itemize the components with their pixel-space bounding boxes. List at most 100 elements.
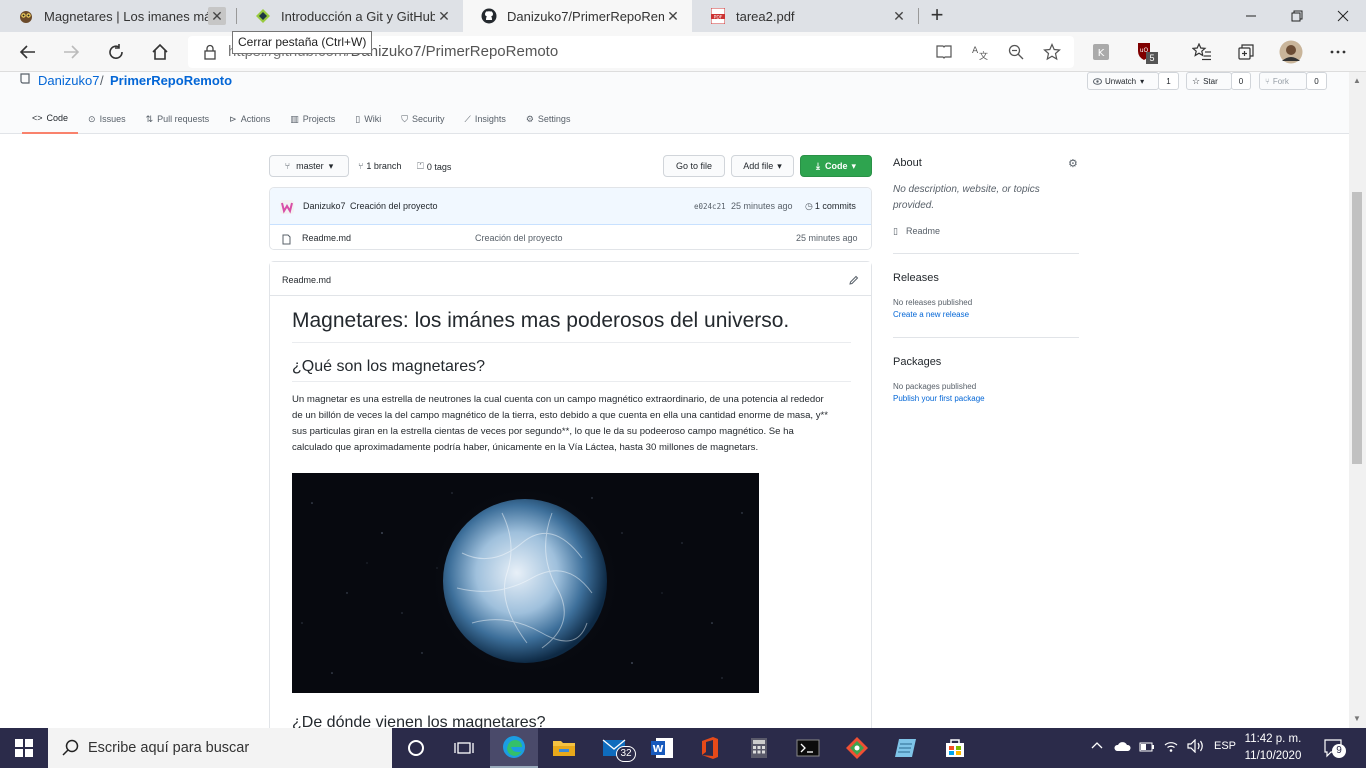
git-gui-icon[interactable] — [833, 728, 881, 768]
volume-icon[interactable] — [1187, 738, 1205, 756]
author-avatar[interactable] — [280, 200, 294, 214]
wifi-icon[interactable] — [1163, 739, 1179, 756]
commit-message[interactable]: Creación del proyecto — [350, 201, 438, 211]
file-explorer-icon[interactable] — [540, 728, 588, 768]
tab-pull-requests[interactable]: ⇅ Pull requests — [136, 104, 220, 134]
gear-icon[interactable]: ⚙ — [1068, 157, 1078, 170]
vertical-scrollbar[interactable]: ▲ ▼ — [1349, 72, 1366, 728]
zoom-icon[interactable] — [1006, 42, 1026, 62]
watch-count[interactable]: 1 — [1158, 72, 1179, 90]
branches-link[interactable]: ⑂ 1 branch — [358, 161, 401, 171]
restore-button[interactable] — [1274, 0, 1320, 32]
tab-actions[interactable]: ⊳ Actions — [219, 104, 280, 134]
branch-select-button[interactable]: ⑂ master ▾ — [269, 155, 349, 177]
tab-issues[interactable]: ⊙ Issues — [78, 104, 136, 134]
commits-link[interactable]: ◷ 1 commits — [805, 201, 856, 212]
fork-count[interactable]: 0 — [1306, 72, 1327, 90]
issue-icon: ⊙ — [88, 113, 96, 124]
repo-owner-link[interactable]: Danizuko7 — [38, 73, 99, 88]
more-menu-icon[interactable] — [1326, 40, 1350, 64]
file-row[interactable]: Readme.md Creación del proyecto 25 minut… — [270, 225, 871, 249]
commit-author[interactable]: Danizuko7 — [303, 201, 346, 211]
word-icon[interactable]: W — [638, 728, 686, 768]
close-tab-icon[interactable]: ✕ — [664, 7, 682, 25]
tab-pdf[interactable]: PDF tarea2.pdf ✕ — [692, 0, 918, 32]
about-heading: About — [893, 157, 922, 169]
file-commit-message[interactable]: Creación del proyecto — [475, 233, 563, 243]
tab-magnetares[interactable]: Magnetares | Los imanes más poderosos ✕ — [0, 0, 236, 32]
new-tab-button[interactable]: + — [925, 4, 949, 28]
favorites-icon[interactable] — [1190, 40, 1214, 64]
lock-icon[interactable] — [200, 42, 220, 62]
star-count[interactable]: 0 — [1231, 72, 1251, 90]
favorite-star-icon[interactable] — [1042, 42, 1062, 62]
commit-sha[interactable]: e024c21 — [694, 202, 726, 211]
calculator-icon[interactable] — [735, 728, 783, 768]
tab-code[interactable]: <> Code — [22, 104, 79, 134]
battery-icon[interactable] — [1139, 741, 1155, 755]
task-view-icon[interactable] — [440, 728, 488, 768]
terminal-icon[interactable] — [784, 728, 832, 768]
scroll-up-icon[interactable]: ▲ — [1353, 76, 1362, 85]
refresh-button[interactable] — [102, 38, 130, 66]
go-to-file-button[interactable]: Go to file — [663, 155, 725, 177]
magnetar-image — [292, 473, 759, 693]
pencil-edit-icon[interactable] — [848, 273, 859, 291]
readme-sidebar-link[interactable]: ▯ Readme — [893, 226, 940, 237]
collections-icon[interactable] — [1234, 40, 1258, 64]
show-hidden-icons-icon[interactable] — [1091, 739, 1103, 753]
language-indicator[interactable]: ESP — [1214, 740, 1236, 752]
notifications-icon[interactable]: 9 — [1323, 738, 1346, 761]
unwatch-button[interactable]: Unwatch ▾ — [1087, 72, 1159, 90]
code-download-button[interactable]: ⤓ Code ▾ — [800, 155, 872, 177]
ublock-extension-icon[interactable]: uO 5 — [1134, 40, 1158, 64]
readme-box: Readme.md Magnetares: los imánes mas pod… — [269, 261, 872, 728]
home-button[interactable] — [146, 38, 174, 66]
repo-name-link[interactable]: PrimerRepoRemoto — [110, 73, 232, 88]
close-tab-icon[interactable]: ✕ — [208, 7, 226, 25]
extension-icon[interactable]: K — [1089, 40, 1113, 64]
edge-taskbar-icon[interactable] — [490, 728, 538, 768]
tab-projects[interactable]: ▥ Projects — [280, 104, 345, 134]
taskbar-search-box[interactable]: Escribe aquí para buscar — [48, 728, 392, 768]
immersive-reader-icon[interactable] — [934, 42, 954, 62]
start-button[interactable] — [0, 728, 48, 768]
onedrive-icon[interactable] — [1113, 740, 1131, 755]
tab-security[interactable]: ⛉ Security — [391, 104, 454, 134]
forward-button[interactable] — [57, 38, 85, 66]
scrollbar-thumb[interactable] — [1352, 192, 1362, 464]
notepad-icon[interactable] — [882, 728, 930, 768]
fork-button[interactable]: ⑂ Fork — [1259, 72, 1307, 90]
taskbar-clock[interactable]: 11:42 p. m. 11/10/2020 — [1238, 731, 1308, 765]
close-tab-icon[interactable]: ✕ — [890, 7, 908, 25]
tab-wiki[interactable]: ▯ Wiki — [345, 104, 391, 134]
tab-settings[interactable]: ⚙ Settings — [516, 104, 581, 134]
cortana-icon[interactable] — [392, 728, 440, 768]
branch-icon: ⑂ — [284, 161, 291, 171]
releases-heading[interactable]: Releases — [893, 272, 939, 284]
minimize-button[interactable] — [1228, 0, 1274, 32]
packages-heading[interactable]: Packages — [893, 356, 941, 368]
tab-platzi[interactable]: Introducción a Git y GitHub - Platzi ✕ — [237, 0, 463, 32]
publish-package-link[interactable]: Publish your first package — [893, 394, 985, 403]
tab-insights[interactable]: ⟋ Insights — [455, 104, 516, 134]
store-icon[interactable] — [931, 728, 979, 768]
mail-icon[interactable]: 32 — [590, 728, 638, 768]
back-button[interactable] — [14, 38, 42, 66]
search-placeholder: Escribe aquí para buscar — [88, 740, 250, 756]
office-icon[interactable] — [686, 728, 734, 768]
create-release-link[interactable]: Create a new release — [893, 310, 969, 319]
close-tab-icon[interactable]: ✕ — [435, 7, 453, 25]
close-window-button[interactable] — [1320, 0, 1366, 32]
profile-avatar[interactable] — [1279, 40, 1303, 64]
tags-link[interactable]: ⏍ 0 tags — [417, 161, 451, 172]
star-button[interactable]: ☆ Star — [1186, 72, 1232, 90]
scroll-down-icon[interactable]: ▼ — [1353, 714, 1362, 723]
play-icon: ⊳ — [229, 113, 237, 124]
tab-github[interactable]: Danizuko7/PrimerRepoRemoto ✕ — [463, 0, 692, 32]
add-file-button[interactable]: Add file ▾ — [731, 155, 794, 177]
translate-icon[interactable]: A文 — [970, 42, 990, 62]
file-browser: Danizuko7 Creación del proyecto e024c21 … — [269, 187, 872, 250]
branch-icon: ⑂ — [358, 161, 364, 171]
file-name-link[interactable]: Readme.md — [302, 233, 351, 243]
